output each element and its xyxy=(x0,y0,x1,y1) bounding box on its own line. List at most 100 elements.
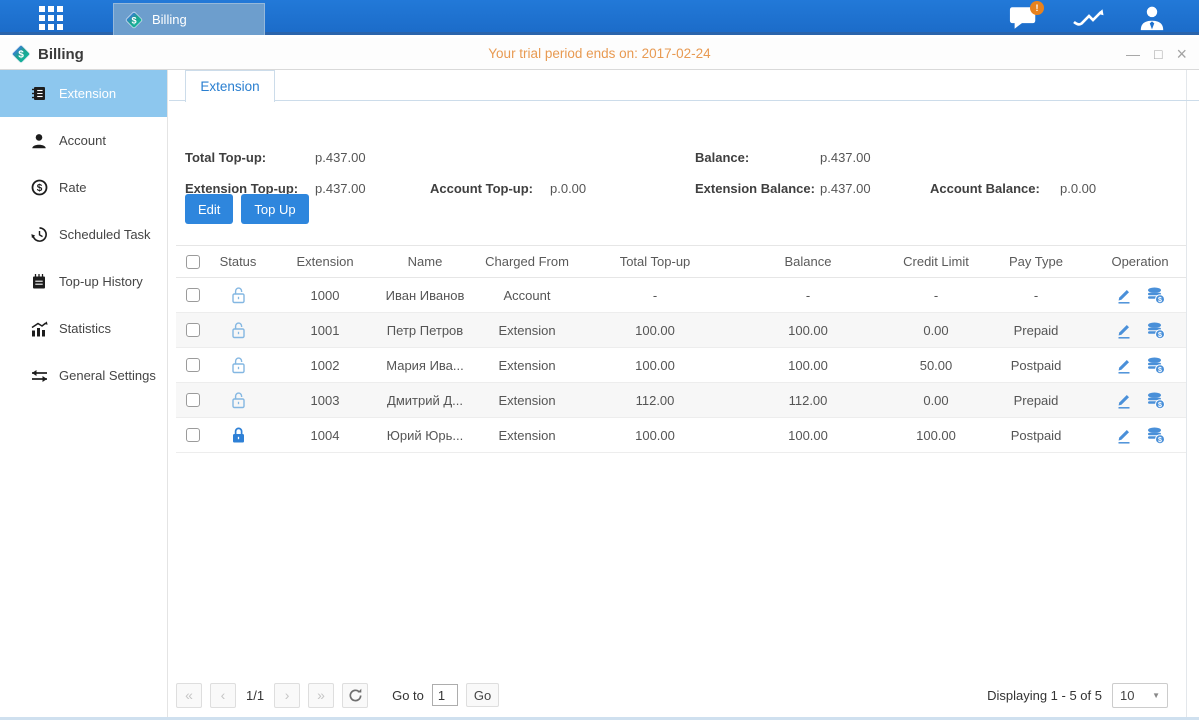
cell-total-topup: 100.00 xyxy=(588,428,722,443)
displaying-text: Displaying 1 - 5 of 5 xyxy=(987,688,1102,703)
goto-label: Go to xyxy=(392,688,424,703)
edit-pencil-icon[interactable] xyxy=(1116,392,1132,409)
cell-pay-type: Prepaid xyxy=(978,323,1094,338)
cell-charged-from: Extension xyxy=(466,393,588,408)
cell-pay-type: Prepaid xyxy=(978,393,1094,408)
cell-total-topup: 100.00 xyxy=(588,323,722,338)
pagination-bar: « ‹ 1/1 › » Go to Go Displaying 1 - 5 of… xyxy=(176,682,1186,708)
edit-button[interactable]: Edit xyxy=(185,194,233,224)
sidebar: Extension Account $ Rate Scheduled T xyxy=(0,70,168,717)
notepad-icon xyxy=(30,273,48,290)
col-status: Status xyxy=(210,254,266,269)
user-account-icon[interactable] xyxy=(1135,3,1169,33)
cell-extension: 1004 xyxy=(266,428,384,443)
tab-extension[interactable]: Extension xyxy=(185,70,275,102)
top-up-coins-icon[interactable]: $ xyxy=(1147,357,1165,374)
svg-text:$: $ xyxy=(1158,331,1162,338)
cell-credit-limit: - xyxy=(894,288,978,303)
refresh-button[interactable] xyxy=(342,683,368,708)
extension-topup-value: p.437.00 xyxy=(315,181,366,196)
col-total-topup: Total Top-up xyxy=(588,254,722,269)
col-charged-from: Charged From xyxy=(466,254,588,269)
maximize-button[interactable]: □ xyxy=(1154,47,1162,61)
topbar-tab-billing[interactable]: $ Billing xyxy=(113,3,265,35)
sidebar-item-scheduled-task[interactable]: Scheduled Task xyxy=(0,211,167,258)
first-page-button[interactable]: « xyxy=(176,683,202,708)
apps-grid-icon[interactable] xyxy=(38,6,64,30)
select-all-checkbox[interactable] xyxy=(186,255,200,269)
prev-page-button[interactable]: ‹ xyxy=(210,683,236,708)
user-icon xyxy=(30,133,48,149)
row-checkbox[interactable] xyxy=(186,393,200,407)
history-clock-icon xyxy=(30,226,48,243)
row-checkbox[interactable] xyxy=(186,358,200,372)
cell-charged-from: Extension xyxy=(466,428,588,443)
sidebar-item-general-settings[interactable]: General Settings xyxy=(0,352,167,399)
lock-closed-icon xyxy=(210,426,266,444)
svg-text:$: $ xyxy=(1158,436,1162,443)
sidebar-item-topup-history[interactable]: Top-up History xyxy=(0,258,167,305)
sidebar-item-extension[interactable]: Extension xyxy=(0,70,167,117)
cell-extension: 1000 xyxy=(266,288,384,303)
account-topup-value: p.0.00 xyxy=(550,181,586,196)
last-page-button[interactable]: » xyxy=(308,683,334,708)
top-up-coins-icon[interactable]: $ xyxy=(1147,392,1165,409)
cell-name: Дмитрий Д... xyxy=(384,393,466,408)
top-up-coins-icon[interactable]: $ xyxy=(1147,287,1165,304)
col-name: Name xyxy=(384,254,466,269)
close-button[interactable]: × xyxy=(1176,47,1187,61)
edit-pencil-icon[interactable] xyxy=(1116,357,1132,374)
cell-extension: 1003 xyxy=(266,393,384,408)
svg-text:$: $ xyxy=(1158,366,1162,373)
extensions-table: Status Extension Name Charged From Total… xyxy=(176,245,1186,453)
cell-credit-limit: 50.00 xyxy=(894,358,978,373)
page-size-value: 10 xyxy=(1120,688,1134,703)
cell-charged-from: Extension xyxy=(466,323,588,338)
col-credit-limit: Credit Limit xyxy=(894,254,978,269)
sidebar-item-label: General Settings xyxy=(59,368,156,383)
account-balance-label: Account Balance: xyxy=(930,181,1040,196)
messages-icon[interactable]: ! xyxy=(1007,3,1041,33)
goto-page-input[interactable] xyxy=(432,684,458,706)
total-topup-label: Total Top-up: xyxy=(185,150,266,165)
total-topup-value: p.437.00 xyxy=(315,150,366,165)
top-up-button[interactable]: Top Up xyxy=(241,194,308,224)
go-button[interactable]: Go xyxy=(466,683,499,707)
row-checkbox[interactable] xyxy=(186,428,200,442)
next-page-button[interactable]: › xyxy=(274,683,300,708)
cell-charged-from: Account xyxy=(466,288,588,303)
cell-credit-limit: 100.00 xyxy=(894,428,978,443)
edit-pencil-icon[interactable] xyxy=(1116,287,1132,304)
billing-diamond-icon: $ xyxy=(10,43,32,65)
sidebar-item-label: Top-up History xyxy=(59,274,143,289)
top-up-coins-icon[interactable]: $ xyxy=(1147,427,1165,444)
cell-pay-type: Postpaid xyxy=(978,358,1094,373)
billing-diamond-icon: $ xyxy=(124,10,144,30)
tab-extension-label: Extension xyxy=(200,79,259,94)
top-up-coins-icon[interactable]: $ xyxy=(1147,322,1165,339)
tab-strip xyxy=(169,70,1199,101)
page-size-select[interactable]: 10 ▼ xyxy=(1112,683,1168,708)
sidebar-item-statistics[interactable]: Statistics xyxy=(0,305,167,352)
sidebar-item-rate[interactable]: $ Rate xyxy=(0,164,167,211)
sidebar-item-account[interactable]: Account xyxy=(0,117,167,164)
svg-text:$: $ xyxy=(36,183,42,194)
extension-balance-label: Extension Balance: xyxy=(695,181,815,196)
row-checkbox[interactable] xyxy=(186,323,200,337)
monitor-chart-icon[interactable] xyxy=(1071,3,1105,33)
balance-value: p.437.00 xyxy=(820,150,871,165)
cell-balance: - xyxy=(722,288,894,303)
minimize-button[interactable]: — xyxy=(1126,47,1140,61)
lock-open-icon xyxy=(210,356,266,374)
top-app-bar: $ Billing ! xyxy=(0,0,1199,35)
col-pay-type: Pay Type xyxy=(978,254,1094,269)
topbar-tab-label: Billing xyxy=(152,12,187,27)
table-row: 1003 Дмитрий Д... Extension 112.00 112.0… xyxy=(176,383,1186,418)
col-extension: Extension xyxy=(266,254,384,269)
row-checkbox[interactable] xyxy=(186,288,200,302)
edit-pencil-icon[interactable] xyxy=(1116,427,1132,444)
lock-open-icon xyxy=(210,391,266,409)
edit-pencil-icon[interactable] xyxy=(1116,322,1132,339)
billing-summary: Total Top-up: p.437.00 Balance: p.437.00… xyxy=(169,102,1199,232)
rate-coin-icon: $ xyxy=(30,179,48,196)
